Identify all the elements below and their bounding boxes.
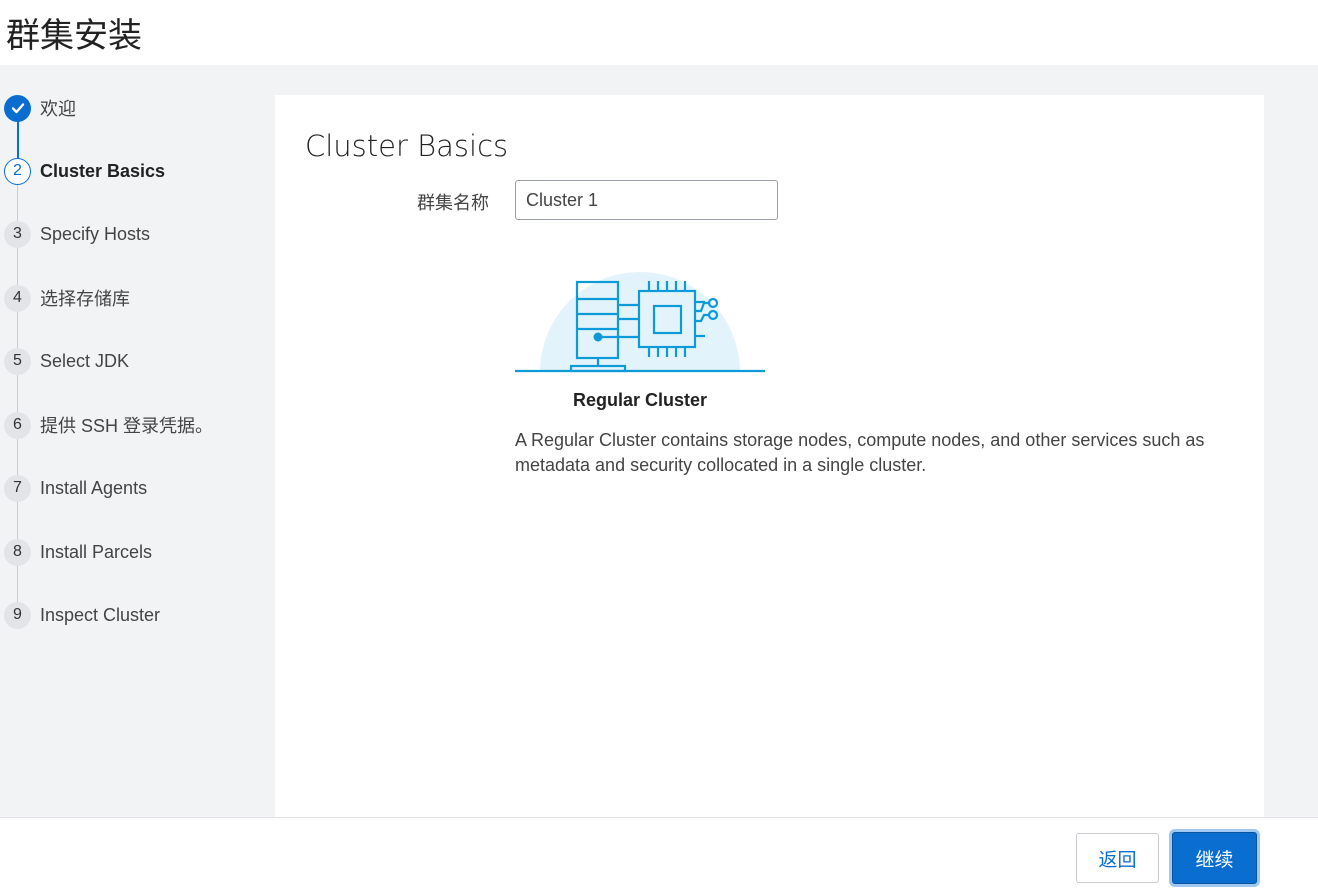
step-number: 9 [4,601,31,629]
section-heading: Cluster Basics [305,129,509,163]
wizard-workspace: 欢迎 2 Cluster Basics 3 Specify Hosts 4 选择… [0,65,1318,817]
step-number: 8 [4,538,31,566]
step-select-repository[interactable]: 4 选择存储库 [4,284,130,312]
back-button[interactable]: 返回 [1076,833,1159,883]
step-inspect-cluster[interactable]: 9 Inspect Cluster [4,601,160,629]
step-install-parcels[interactable]: 8 Install Parcels [4,538,152,566]
step-label: Select JDK [40,350,130,371]
step-number: 3 [4,220,31,248]
step-install-agents[interactable]: 7 Install Agents [4,474,147,502]
step-label: Specify Hosts [40,223,151,244]
step-label: Install Agents [40,477,148,498]
step-number: 7 [4,474,31,502]
wizard-footer: 返回 继续 [0,817,1318,894]
cluster-server-chip-icon [515,247,767,379]
cluster-name-label: 群集名称 [417,193,489,213]
cluster-type-title: Regular Cluster [572,390,708,410]
step-label: 选择存储库 [40,289,130,309]
step-label: 欢迎 [40,99,76,119]
step-number: 6 [4,411,31,439]
step-label: 提供 SSH 登录凭据。 [40,416,214,436]
step-specify-hosts[interactable]: 3 Specify Hosts [4,220,150,248]
step-label: Install Parcels [40,541,153,562]
step-number: 5 [4,347,31,375]
step-label: Cluster Basics [40,160,166,181]
checkmark-icon [4,94,31,122]
content-card: Cluster Basics 群集名称 Cluster 1 Regular Cl… [275,95,1264,817]
step-cluster-basics[interactable]: 2 Cluster Basics [4,157,165,185]
step-welcome[interactable]: 欢迎 [4,94,76,122]
step-ssh-credentials[interactable]: 6 提供 SSH 登录凭据。 [4,411,213,439]
cluster-type-description: A Regular Cluster contains storage nodes… [515,430,1205,475]
cluster-name-input[interactable] [515,180,778,220]
step-number: 2 [4,157,31,185]
step-select-jdk[interactable]: 5 Select JDK [4,347,129,375]
continue-button[interactable]: 继续 [1172,832,1257,884]
page-title: 群集安装 [6,16,142,56]
step-number: 4 [4,284,31,312]
page-header: 群集安装 [0,0,1318,65]
wizard-steps: 欢迎 2 Cluster Basics 3 Specify Hosts 4 选择… [0,65,260,817]
step-label: Inspect Cluster [40,604,161,625]
